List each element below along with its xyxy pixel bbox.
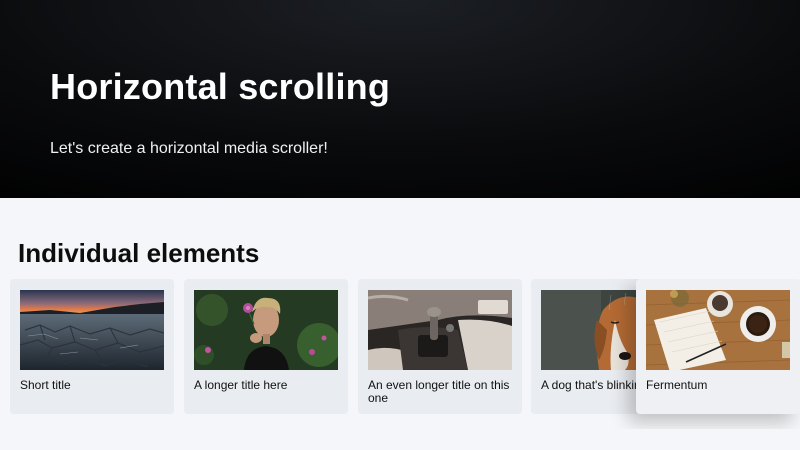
- page-title: Horizontal scrolling: [50, 66, 391, 107]
- media-card-active[interactable]: Fermentum: [636, 279, 800, 414]
- section-title: Individual elements: [18, 238, 260, 268]
- media-card[interactable]: Short title: [10, 279, 174, 414]
- card-title: Fermentum: [646, 378, 708, 392]
- car-interior-image: [368, 290, 512, 370]
- card-image: [368, 290, 512, 370]
- card-title: An even longer title on this one: [368, 378, 510, 405]
- card-image: [194, 290, 338, 370]
- card-image: [646, 290, 790, 370]
- media-scroller[interactable]: Short title A longer title here An even …: [0, 279, 800, 429]
- coffee-notebook-image: [646, 290, 790, 370]
- card-title: Short title: [20, 378, 71, 392]
- hero-banner: Horizontal scrolling Let's create a hori…: [0, 0, 800, 198]
- media-card[interactable]: A longer title here: [184, 279, 348, 414]
- man-with-flower-image: [194, 290, 338, 370]
- card-image: [20, 290, 164, 370]
- media-card[interactable]: An even longer title on this one: [358, 279, 522, 414]
- page-subtitle: Let's create a horizontal media scroller…: [50, 140, 328, 157]
- desert-sunset-image: [20, 290, 164, 370]
- card-title: A longer title here: [194, 378, 288, 392]
